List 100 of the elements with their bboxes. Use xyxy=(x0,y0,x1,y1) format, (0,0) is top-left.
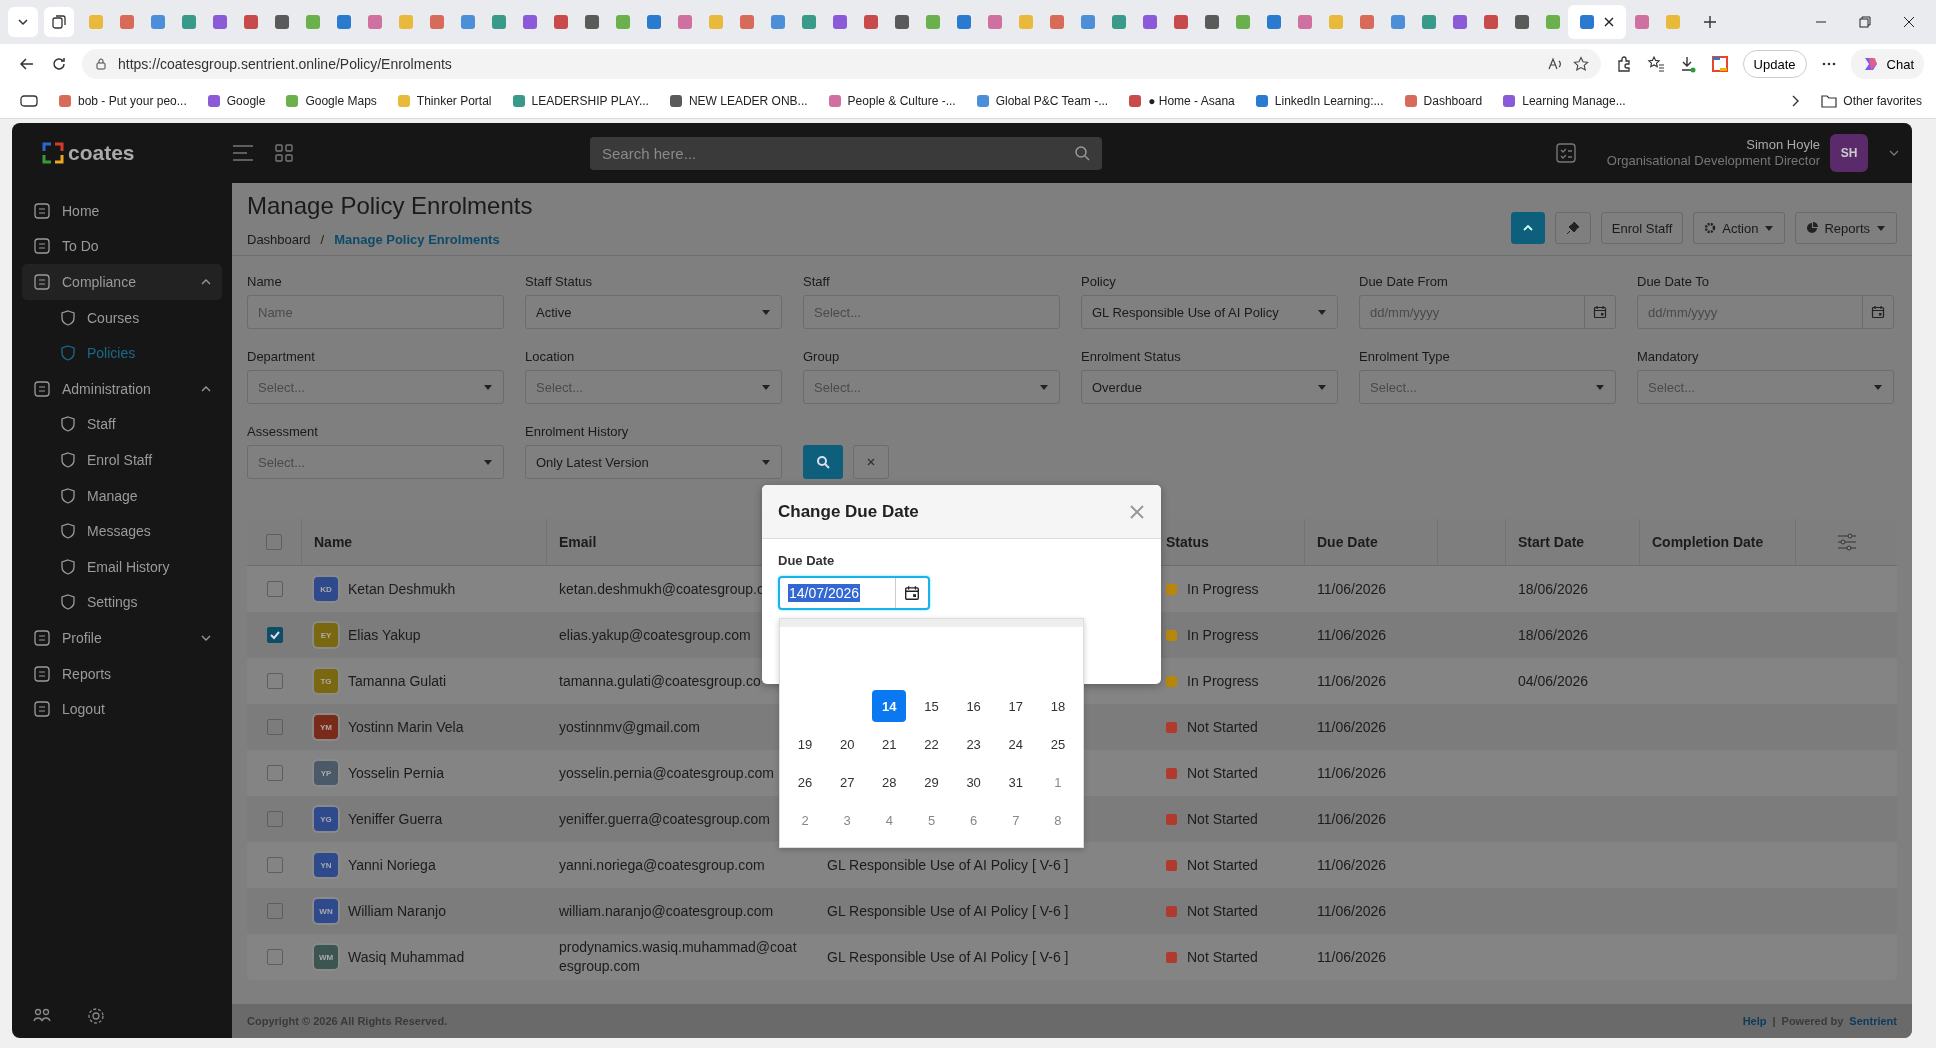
checkbox[interactable] xyxy=(266,673,283,689)
checkbox[interactable] xyxy=(266,581,283,597)
breadcrumb-link[interactable]: Dashboard xyxy=(247,232,311,247)
search-field[interactable]: Search here... xyxy=(590,136,1102,170)
checkbox[interactable] xyxy=(266,534,282,550)
browser-tab[interactable] xyxy=(1568,5,1626,39)
checkbox[interactable] xyxy=(266,811,283,827)
sidebar-subitem[interactable]: Enrol Staff xyxy=(22,442,222,478)
calendar-day[interactable]: 22 xyxy=(914,728,949,760)
favorite-link[interactable]: NEW LEADER ONB... xyxy=(668,94,808,108)
checkbox[interactable] xyxy=(266,903,283,919)
settings-icon[interactable] xyxy=(86,1006,106,1026)
calendar-day[interactable]: 31 xyxy=(998,766,1033,798)
grid-icon[interactable] xyxy=(274,143,294,163)
select-field[interactable]: Active xyxy=(525,295,782,329)
checkbox[interactable] xyxy=(266,857,283,873)
sidebar-subitem[interactable]: Courses xyxy=(22,299,222,336)
enrol-staff-button[interactable]: Enrol Staff xyxy=(1600,212,1684,244)
calendar-day[interactable]: 20 xyxy=(830,728,865,760)
chat-button[interactable]: Chat xyxy=(1850,49,1924,79)
favorite-link[interactable]: Learning Manage... xyxy=(1502,94,1626,108)
calendar-day[interactable]: 25 xyxy=(1040,728,1075,760)
favorite-link[interactable]: People & Culture -... xyxy=(827,94,956,108)
tab-actions-button[interactable] xyxy=(8,7,38,37)
action-button[interactable]: Action xyxy=(1693,212,1786,244)
pin-button[interactable] xyxy=(1554,212,1591,244)
calendar-day[interactable]: 21 xyxy=(872,728,907,760)
calendar-day[interactable]: 28 xyxy=(872,766,907,798)
clear-button[interactable] xyxy=(853,445,889,479)
favorite-link[interactable]: Thinker Portal xyxy=(396,94,492,108)
favorite-link[interactable]: Global P&C Team -... xyxy=(975,94,1109,108)
sidebar-subitem[interactable]: Email History xyxy=(22,548,222,585)
column-settings-icon[interactable] xyxy=(1836,533,1857,551)
reports-button[interactable]: Reports xyxy=(1795,212,1897,244)
calendar-day[interactable]: 3 xyxy=(830,804,865,836)
menu-icon[interactable] xyxy=(232,144,254,162)
checkbox[interactable] xyxy=(266,765,283,781)
calendar-day[interactable]: 2 xyxy=(788,804,823,836)
calendar-day[interactable]: 15 xyxy=(914,690,949,722)
restore-icon[interactable] xyxy=(1858,15,1872,29)
checkbox[interactable] xyxy=(266,627,283,643)
favorite-link[interactable]: ● Home - Asana xyxy=(1128,94,1235,108)
sidebar-item[interactable]: Home xyxy=(22,193,222,229)
sidebar-subitem[interactable]: Messages xyxy=(22,513,222,549)
reading-view-icon[interactable] xyxy=(20,94,38,108)
update-button[interactable]: Update xyxy=(1742,50,1807,78)
star-icon[interactable] xyxy=(1572,56,1589,72)
calendar-day[interactable]: 14 xyxy=(872,690,907,722)
refresh-icon[interactable] xyxy=(50,55,68,73)
checklist-icon[interactable] xyxy=(1554,142,1577,164)
other-favorites-link[interactable]: Other favorites xyxy=(1821,94,1922,108)
favorite-link[interactable]: LEADERSHIP PLAY... xyxy=(511,94,649,108)
favorite-link[interactable]: LinkedIn Learning:... xyxy=(1254,94,1384,108)
favorite-link[interactable]: bob - Put your peo... xyxy=(58,94,187,108)
close-icon[interactable] xyxy=(1603,16,1615,28)
extension-icon[interactable] xyxy=(1710,55,1729,73)
user-avatar[interactable]: SH xyxy=(1830,134,1868,172)
address-bar[interactable]: https://coatesgroup.sentrient.online/Policy/Enrolments xyxy=(82,49,1601,79)
calendar-day[interactable]: 19 xyxy=(788,728,823,760)
select-field[interactable]: GL Responsible Use of AI Policy xyxy=(1081,295,1338,329)
calendar-day[interactable]: 24 xyxy=(998,728,1033,760)
sidebar-item[interactable]: Logout xyxy=(22,691,222,727)
calendar-day[interactable]: 27 xyxy=(830,766,865,798)
calendar-day[interactable]: 4 xyxy=(872,804,907,836)
close-icon[interactable] xyxy=(1902,15,1916,29)
select-field[interactable]: Only Latest Version xyxy=(525,445,782,479)
sidebar-item[interactable]: Compliance xyxy=(22,264,222,300)
sidebar-subitem[interactable]: Settings xyxy=(22,584,222,621)
calendar-day[interactable]: 5 xyxy=(914,804,949,836)
calendar-day[interactable]: 7 xyxy=(998,804,1033,836)
sidebar-item[interactable]: To Do xyxy=(22,228,222,265)
select-field[interactable]: Overdue xyxy=(1081,370,1338,404)
calendar-day[interactable]: 17 xyxy=(998,690,1033,722)
calendar-day[interactable]: 26 xyxy=(788,766,823,798)
calendar-day[interactable]: 8 xyxy=(1040,804,1075,836)
read-aloud-icon[interactable] xyxy=(1546,56,1563,72)
checkbox[interactable] xyxy=(266,719,283,735)
checkbox[interactable] xyxy=(266,949,283,965)
new-tab-icon[interactable] xyxy=(1702,14,1718,30)
favorite-link[interactable]: Dashboard xyxy=(1403,94,1483,108)
workspaces-button[interactable] xyxy=(44,7,74,37)
sidebar-item[interactable]: Profile xyxy=(22,620,222,656)
favorite-link[interactable]: Google Maps xyxy=(285,94,377,108)
calendar-day[interactable]: 23 xyxy=(956,728,991,760)
sidebar-subitem[interactable]: Staff xyxy=(22,406,222,443)
status-text: Not Started xyxy=(1187,903,1258,919)
calendar-day[interactable]: 30 xyxy=(956,766,991,798)
calendar-day[interactable]: 6 xyxy=(956,804,991,836)
collapse-button[interactable] xyxy=(1510,212,1545,244)
favorite-link[interactable]: Google xyxy=(206,94,266,108)
favorites-icon[interactable] xyxy=(1646,55,1665,73)
sidebar-item[interactable]: Reports xyxy=(22,655,222,692)
date-field[interactable]: 14/07/2026 xyxy=(778,576,930,610)
sidebar-subitem[interactable]: Manage xyxy=(22,477,222,514)
sidebar-item[interactable]: Administration xyxy=(22,370,222,407)
calendar-day[interactable]: 1 xyxy=(1040,766,1075,798)
calendar-day[interactable]: 18 xyxy=(1040,690,1075,722)
search-button[interactable] xyxy=(803,445,843,479)
calendar-day[interactable]: 16 xyxy=(956,690,991,722)
calendar-day[interactable]: 29 xyxy=(914,766,949,798)
